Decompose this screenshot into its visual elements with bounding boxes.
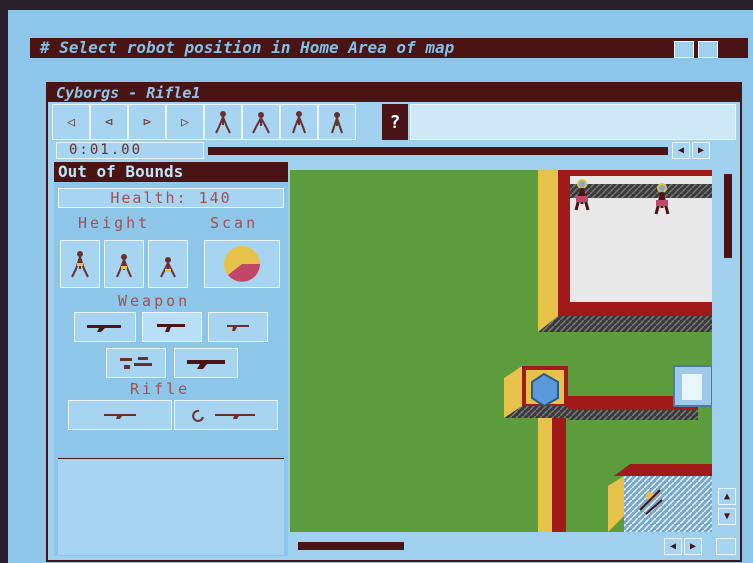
game-screen: # Select robot position in Home Area of … bbox=[8, 10, 753, 563]
scroll-left-button[interactable]: ◀ bbox=[664, 538, 682, 555]
rifle-icon bbox=[104, 414, 136, 419]
rifle-icon bbox=[87, 325, 121, 332]
rifle-fire-button[interactable] bbox=[68, 400, 172, 430]
tool-step-forward[interactable]: ⊳ bbox=[128, 104, 166, 140]
weapon-label: Weapon bbox=[118, 292, 191, 310]
scroll-down-button[interactable]: ▼ bbox=[718, 508, 736, 525]
status-bar: # Select robot position in Home Area of … bbox=[30, 38, 748, 58]
horizontal-scroll-thumb[interactable] bbox=[298, 542, 404, 550]
handgun-icon bbox=[227, 325, 249, 331]
step-forward-icon: ⊳ bbox=[143, 114, 151, 130]
health-readout: Health: 140 bbox=[58, 188, 284, 208]
tool-arrow-left[interactable]: ◁ bbox=[52, 104, 90, 140]
arrow-left-icon: ◀ bbox=[669, 541, 677, 552]
timeline-bar[interactable] bbox=[208, 147, 668, 155]
resize-handle[interactable] bbox=[716, 538, 736, 555]
chevron-down-icon: ▼ bbox=[723, 511, 731, 522]
arrow-right-icon: ▶ bbox=[689, 541, 697, 552]
panel-title: Out of Bounds bbox=[54, 162, 288, 182]
weapon-handgun-button[interactable] bbox=[208, 312, 268, 342]
scan-label: Scan bbox=[210, 214, 259, 232]
tool-robot-1[interactable] bbox=[204, 104, 242, 140]
window-title: Cyborgs - Rifle1 bbox=[48, 84, 740, 102]
tool-play[interactable]: ▷ bbox=[166, 104, 204, 140]
tool-robot-3[interactable] bbox=[280, 104, 318, 140]
game-map[interactable] bbox=[290, 170, 712, 532]
height-label: Height bbox=[78, 214, 151, 232]
arrow-left-icon: ◁ bbox=[67, 114, 75, 130]
timer-display: 0:01.00 bbox=[56, 142, 204, 159]
robot-icon bbox=[252, 112, 270, 134]
robot-window: Cyborgs - Rifle1 ◁ ⊲ ⊳ ▷ ? 0:01.00 ◀ ▶ O… bbox=[46, 82, 742, 562]
vertical-scrollbar[interactable]: ▲ ▼ bbox=[716, 170, 738, 532]
scroll-right-button[interactable]: ▶ bbox=[684, 538, 702, 555]
height-mid-button[interactable] bbox=[104, 240, 144, 288]
scroll-up-button[interactable]: ▲ bbox=[718, 488, 736, 505]
robot-icon bbox=[215, 111, 231, 134]
tool-step-back[interactable]: ⊲ bbox=[90, 104, 128, 140]
arrow-left-icon: ◀ bbox=[677, 145, 685, 156]
map-scene bbox=[504, 170, 712, 532]
robot-icon bbox=[292, 111, 306, 134]
depth-button[interactable] bbox=[674, 41, 694, 58]
scan-pie-icon bbox=[224, 246, 260, 282]
timeline-left-button[interactable]: ◀ bbox=[672, 142, 690, 159]
heavy-gun-icon bbox=[187, 360, 225, 369]
panel-info-area bbox=[58, 458, 284, 555]
play-icon: ▷ bbox=[181, 114, 189, 130]
vertical-scroll-thumb[interactable] bbox=[724, 174, 732, 258]
robot-high-icon bbox=[160, 257, 176, 278]
close-button[interactable] bbox=[698, 41, 718, 58]
scan-button[interactable] bbox=[204, 240, 280, 288]
weapon-heavy-button[interactable] bbox=[174, 348, 238, 378]
height-high-button[interactable] bbox=[148, 240, 188, 288]
spread-gun-icon bbox=[120, 357, 152, 369]
message-field bbox=[410, 104, 736, 140]
rifle-reload-icon bbox=[192, 409, 255, 422]
robot-icon bbox=[331, 112, 343, 134]
robot-mid-icon bbox=[116, 254, 132, 278]
tool-robot-2[interactable] bbox=[242, 104, 280, 140]
robot-low-icon bbox=[71, 251, 89, 278]
rifle-reload-button[interactable] bbox=[174, 400, 278, 430]
weapon-spread-button[interactable] bbox=[106, 348, 166, 378]
help-button[interactable]: ? bbox=[382, 104, 408, 140]
robot-panel: Out of Bounds Health: 140 Height Scan We… bbox=[54, 162, 288, 556]
tool-robot-4[interactable] bbox=[318, 104, 356, 140]
chevron-up-icon: ▲ bbox=[723, 491, 731, 502]
height-low-button[interactable] bbox=[60, 240, 100, 288]
weapon-rifle-button[interactable] bbox=[74, 312, 136, 342]
horizontal-scrollbar[interactable] bbox=[290, 536, 660, 556]
step-back-icon: ⊲ bbox=[105, 114, 113, 130]
pistol-icon bbox=[157, 324, 185, 332]
arrow-right-icon: ▶ bbox=[697, 145, 705, 156]
timeline-right-button[interactable]: ▶ bbox=[692, 142, 710, 159]
weapon-pistol-button[interactable] bbox=[142, 312, 202, 342]
rifle-label: Rifle bbox=[130, 380, 191, 398]
